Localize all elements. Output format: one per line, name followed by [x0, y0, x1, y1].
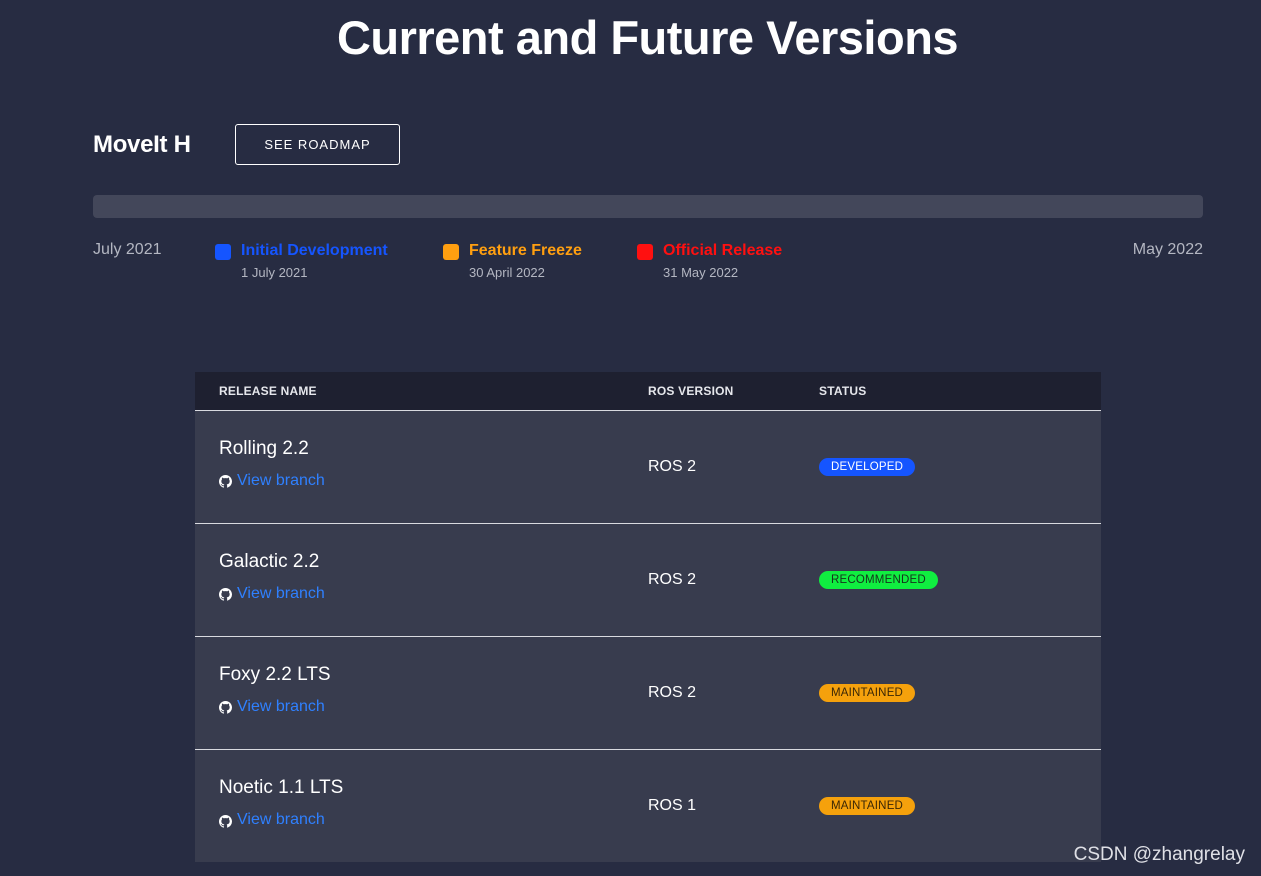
view-branch-label: View branch [237, 811, 325, 828]
ros-version: ROS 2 [648, 570, 697, 588]
timeline-end-label: May 2022 [1132, 241, 1203, 258]
milestone-date: 1 July 2021 [241, 265, 308, 280]
view-branch-link[interactable]: View branch [219, 585, 325, 603]
release-cell: Rolling 2.2 View branch [195, 410, 648, 523]
release-title: Noetic 1.1 LTS [219, 777, 344, 798]
ros-version-cell: ROS 2 [648, 410, 819, 523]
milestone-official-release: Official Release 31 May 2022 [637, 241, 782, 280]
timeline-start-label: July 2021 [93, 241, 162, 258]
github-icon [219, 814, 232, 828]
status-cell: DEVELOPED [819, 410, 1101, 523]
status-badge: MAINTAINED [819, 797, 916, 816]
table-row: Noetic 1.1 LTS View branch ROS 1 MAINTAI… [195, 749, 1101, 862]
status-cell: MAINTAINED [819, 636, 1101, 749]
release-header: MoveIt H SEE ROADMAP [93, 124, 400, 165]
github-icon [219, 475, 232, 488]
ros-version: ROS 2 [648, 457, 697, 475]
table-row: Foxy 2.2 LTS View branch ROS 2 MAINTAINE… [195, 636, 1101, 749]
page-title: Current and Future Versions [336, 11, 959, 64]
release-name: MoveIt H [93, 130, 191, 158]
status-badge: DEVELOPED [819, 458, 916, 476]
view-branch-label: View branch [237, 471, 325, 489]
milestone-title: Feature Freeze [469, 242, 582, 259]
releases-table: RELEASE NAME ROS VERSION STATUS Rolling … [195, 372, 1101, 862]
table-row: Galactic 2.2 View branch ROS 2 RECOMMEND… [195, 523, 1101, 636]
ros-version-cell: ROS 2 [648, 523, 819, 636]
release-progress-bar [93, 195, 1203, 218]
github-icon [219, 701, 232, 714]
release-cell: Noetic 1.1 LTS View branch [195, 749, 648, 862]
ros-version-cell: ROS 2 [648, 636, 819, 749]
milestone-date: 31 May 2022 [663, 265, 739, 280]
release-title: Rolling 2.2 [219, 437, 309, 459]
ros-version: ROS 2 [648, 683, 697, 701]
milestone-color-swatch [215, 244, 231, 260]
milestone-feature-freeze: Feature Freeze 30 April 2022 [443, 241, 582, 280]
release-title: Foxy 2.2 LTS [219, 663, 331, 685]
view-branch-link[interactable]: View branch [219, 698, 325, 716]
table-header-row: RELEASE NAME ROS VERSION STATUS [195, 372, 1101, 410]
see-roadmap-button[interactable]: SEE ROADMAP [235, 124, 400, 165]
release-title: Galactic 2.2 [219, 550, 320, 572]
release-cell: Galactic 2.2 View branch [195, 523, 648, 636]
table-row: Rolling 2.2 View branch ROS 2 DEVELOPED [195, 410, 1101, 523]
milestone-title: Initial Development [241, 242, 388, 259]
column-header-ros-version: ROS VERSION [648, 383, 734, 398]
view-branch-label: View branch [237, 584, 325, 602]
view-branch-link[interactable]: View branch [219, 811, 325, 829]
view-branch-label: View branch [237, 697, 325, 715]
milestone-title: Official Release [663, 242, 783, 259]
column-header-release-name: RELEASE NAME [219, 383, 317, 398]
watermark: CSDN @zhangrelay [1073, 844, 1245, 865]
status-cell: MAINTAINED [819, 749, 1101, 862]
milestone-color-swatch [637, 244, 653, 260]
ros-version-cell: ROS 1 [648, 749, 819, 862]
status-badge: RECOMMENDED [819, 571, 938, 589]
milestone-color-swatch [443, 244, 459, 260]
status-badge: MAINTAINED [819, 684, 916, 702]
milestone-initial-development: Initial Development 1 July 2021 [215, 241, 388, 280]
column-header-status: STATUS [819, 383, 867, 398]
github-icon [219, 588, 232, 601]
release-cell: Foxy 2.2 LTS View branch [195, 636, 648, 749]
milestone-date: 30 April 2022 [469, 265, 545, 280]
status-cell: RECOMMENDED [819, 523, 1101, 636]
view-branch-link[interactable]: View branch [219, 472, 325, 490]
ros-version: ROS 1 [648, 796, 697, 814]
